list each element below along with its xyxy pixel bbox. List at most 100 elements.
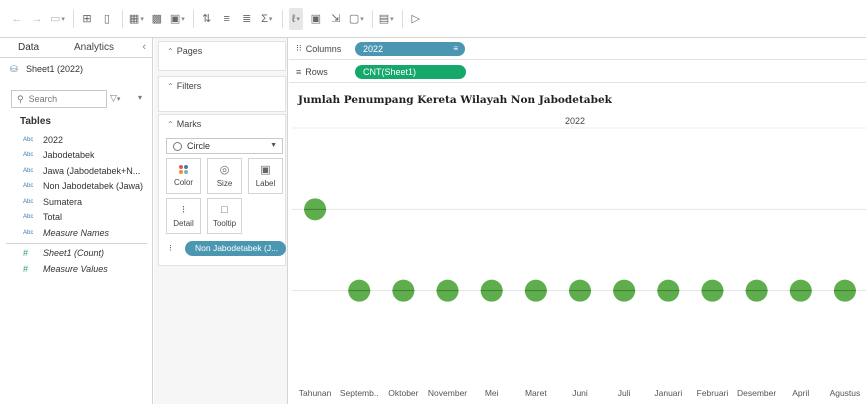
color-icon (179, 165, 188, 174)
new-worksheet-icon[interactable]: ▦ ▾ (129, 8, 144, 30)
toolbar-divider (281, 9, 283, 28)
field-item[interactable]: Abc Jabodetabek (0, 148, 153, 164)
x-tick-label: Tahunan (299, 388, 332, 398)
string-type-icon: Abc (23, 214, 34, 221)
duplicate-sheet-icon[interactable]: ▩ (150, 8, 164, 30)
scatter-chart: Tahunan Septemb.. Oktober November Mei Maret J… (292, 127, 866, 398)
x-tick-label: Februari (697, 388, 729, 398)
field-item[interactable]: # Sheet1 (Count) (0, 246, 153, 262)
dropdown-caret-icon: ▼ (270, 142, 277, 149)
toolbar: ← → ▭ ▾ ⊞ ▯ ▦ ▾ ▩ ▣ ▾ ⇅ ≡ ≣ Σ ▾ ℓ ▾ ▣ ⇲ ▢ ▾ ▤ ▾… (0, 0, 866, 38)
x-tick-label: Agustus (830, 388, 861, 398)
chevron-up-icon: ⌃ (167, 120, 174, 129)
data-panel: Data Analytics ‹ ⛁ Sheet1 (2022) ⚲ Searc… (0, 38, 153, 404)
pages-card[interactable]: ⌃ Pages (158, 41, 286, 71)
totals-icon[interactable]: Σ ▾ (260, 8, 274, 30)
collapse-panel-icon[interactable]: ‹ (142, 41, 146, 53)
highlight-icon[interactable]: ℓ ▾ (288, 7, 303, 30)
rows-shelf: ≡ Rows CNT(Sheet1) (289, 61, 866, 83)
x-tick-label: Juli (618, 388, 631, 398)
label-label: Label (255, 179, 276, 188)
labels-icon[interactable]: ▣ (309, 8, 323, 30)
field-item[interactable]: # Measure Values (0, 261, 153, 277)
size-label: Size (216, 179, 233, 188)
field-item[interactable]: Abc Non Jabodetabek (Jawa) (0, 179, 153, 195)
field-item[interactable]: Abc Measure Names (0, 225, 153, 241)
back-icon[interactable]: ← (10, 8, 24, 30)
number-type-icon: # (23, 248, 29, 259)
data-source-name: Sheet1 (2022) (26, 64, 84, 74)
field-item[interactable]: Abc Jawa (Jabodetabek+N... (0, 163, 153, 179)
data-source-item[interactable]: ⛁ Sheet1 (2022) (0, 58, 152, 80)
marks-card-title: ⌃ Marks (159, 115, 285, 133)
tooltip-button[interactable]: □ Tooltip (207, 198, 242, 234)
filter-fields-icon[interactable]: ▽▾ (110, 93, 120, 104)
toolbar-divider (371, 9, 373, 28)
presentation-icon[interactable]: ▷ (409, 8, 423, 30)
panel-menu-icon[interactable]: ▾ (138, 93, 142, 102)
marks-card: ⌃ Marks Circle ▼ Color ◎ Size ▣ Label ⁝ D… (158, 114, 286, 266)
field-list: Abc 2022 Abc Jabodetabek Abc Jawa (Jabodeta… (0, 132, 153, 277)
clear-sheet-icon[interactable]: ▣ ▾ (170, 8, 185, 30)
field-item[interactable]: Abc Total (0, 210, 153, 226)
x-tick-label: November (428, 388, 467, 398)
search-field[interactable]: ⚲ Search (11, 90, 107, 108)
columns-label: Columns (305, 43, 342, 54)
string-type-icon: Abc (23, 167, 34, 174)
detail-button[interactable]: ⁝ Detail (166, 198, 201, 234)
tab-data[interactable]: Data (0, 38, 62, 58)
detail-field-pill[interactable]: Non Jabodetabek (J... (185, 241, 286, 256)
viz-area: Jumlah Penumpang Kereta Wilayah Non Jabo… (289, 84, 866, 404)
mark-type-value: Circle (187, 141, 211, 151)
search-placeholder: Search (28, 94, 58, 104)
detail-field-icon: ⁝ (169, 243, 172, 253)
detail-label: Detail (173, 219, 194, 228)
rows-label: Rows (305, 66, 328, 77)
add-datasource-icon[interactable]: ⊞ (80, 8, 94, 30)
string-type-icon: Abc (23, 198, 34, 205)
toolbar-divider (401, 9, 403, 28)
tables-heading: Tables (20, 116, 51, 127)
sort-descending-icon[interactable]: ≣ (240, 8, 254, 30)
string-type-icon: Abc (23, 136, 34, 143)
field-item[interactable]: Abc 2022 (0, 132, 153, 148)
size-icon: ◎ (219, 164, 230, 176)
pause-updates-icon[interactable]: ▯ (100, 8, 114, 30)
circle-mark-icon (173, 141, 182, 151)
data-panel-tabs: Data Analytics ‹ (0, 38, 152, 58)
columns-pill[interactable]: 2022 ≡ (355, 41, 465, 56)
show-cards-icon[interactable]: ▤ ▾ (379, 8, 394, 30)
x-tick-label: Oktober (388, 388, 418, 398)
columns-pill-label: 2022 (363, 43, 384, 54)
filters-card[interactable]: ⌃ Filters (158, 76, 286, 112)
pages-card-title: ⌃ Pages (159, 42, 285, 60)
mark-type-dropdown[interactable]: Circle ▼ (166, 138, 283, 154)
fields-divider (6, 242, 147, 244)
x-tick-label: April (792, 388, 809, 398)
chevron-up-icon: ⌃ (167, 47, 174, 56)
field-item[interactable]: Abc Sumatera (0, 194, 153, 210)
x-tick-label: Mei (485, 388, 499, 398)
label-button[interactable]: ▣ Label (248, 158, 283, 194)
filters-card-title: ⌃ Filters (159, 77, 285, 95)
fit-icon[interactable]: ▢ ▾ (349, 8, 364, 30)
forward-icon[interactable]: → (30, 8, 44, 30)
x-tick-label: Januari (654, 388, 682, 398)
x-tick-label: Maret (525, 388, 547, 398)
sort-ascending-icon[interactable]: ≡ (220, 8, 234, 30)
color-button[interactable]: Color (166, 158, 201, 194)
size-button[interactable]: ◎ Size (207, 158, 242, 194)
swap-icon[interactable]: ⇅ (200, 8, 214, 30)
tooltip-label: Tooltip (212, 219, 237, 228)
pages-label: Pages (176, 46, 203, 56)
toolbar-divider (121, 9, 123, 28)
fix-axes-icon[interactable]: ⇲ (329, 8, 343, 30)
rows-pill[interactable]: CNT(Sheet1) (355, 64, 466, 79)
cards-column: ⌃ Pages ⌃ Filters ⌃ Marks Circle ▼ Color ◎ … (154, 38, 288, 404)
x-tick-label: Juni (572, 388, 588, 398)
chevron-up-icon: ⌃ (167, 82, 174, 91)
detail-icon: ⁝ (181, 204, 186, 216)
data-source-icon[interactable]: ▭ ▾ (50, 8, 65, 30)
rows-shelf-label: ≡ Rows (289, 67, 355, 77)
tab-analytics[interactable]: Analytics (62, 38, 114, 58)
